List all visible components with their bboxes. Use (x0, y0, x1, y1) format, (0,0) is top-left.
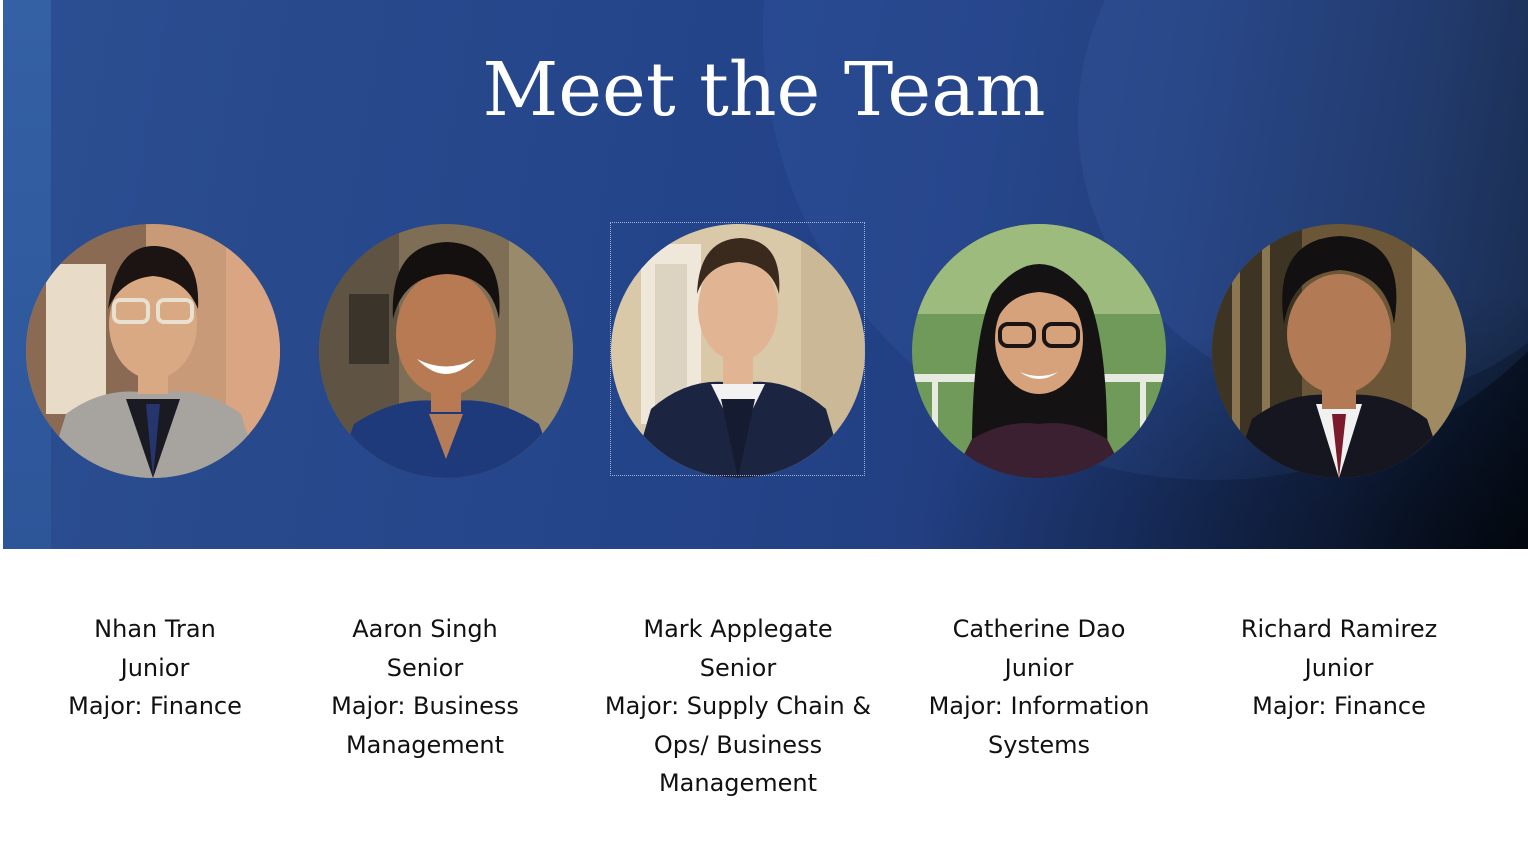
portrait-photo-icon (1212, 224, 1466, 478)
member-major: Major: Business (331, 692, 519, 720)
member-photo-mark-applegate[interactable] (611, 224, 865, 478)
member-year: Junior (1304, 653, 1374, 682)
member-caption-nhan-tran: Nhan Tran Junior Major: Finance (30, 610, 280, 726)
member-year: Junior (1004, 653, 1074, 682)
member-major: Major: Information (928, 692, 1150, 720)
member-photo-aaron-singh[interactable] (319, 224, 573, 478)
member-photo-richard-ramirez[interactable] (1212, 224, 1466, 478)
member-major: Management (658, 769, 818, 797)
member-name: Nhan Tran (94, 615, 216, 643)
member-name: Catherine Dao (952, 615, 1126, 643)
member-caption-richard-ramirez: Richard Ramirez Junior Major: Finance (1205, 610, 1473, 726)
member-major: Major: Finance (1252, 692, 1426, 720)
slide: Meet the Team Nhan Tran Junior Major: Fi… (0, 0, 1528, 850)
portrait-photo-icon (319, 224, 573, 478)
member-name: Mark Applegate (643, 615, 833, 643)
member-year: Senior (699, 653, 777, 682)
portrait-photo-icon (611, 224, 865, 478)
member-caption-catherine-dao: Catherine Dao Junior Major: Information … (905, 610, 1173, 764)
member-year: Senior (386, 653, 464, 682)
member-major: Ops/ Business (653, 730, 823, 759)
member-photo-catherine-dao[interactable] (912, 224, 1166, 478)
member-major: Major: Supply Chain & (604, 692, 872, 720)
member-name: Aaron Singh (352, 615, 498, 643)
slide-title[interactable]: Meet the Team (0, 42, 1528, 138)
member-year: Junior (120, 653, 190, 682)
portrait-photo-icon (26, 224, 280, 478)
member-name: Richard Ramirez (1240, 615, 1438, 643)
member-caption-mark-applegate: Mark Applegate Senior Major: Supply Chai… (590, 610, 886, 803)
member-photo-nhan-tran[interactable] (26, 224, 280, 478)
member-major: Systems (988, 730, 1090, 759)
member-major: Management (345, 730, 505, 759)
member-caption-aaron-singh: Aaron Singh Senior Major: Business Manag… (300, 610, 550, 764)
portrait-photo-icon (912, 224, 1166, 478)
member-major: Major: Finance (68, 692, 242, 720)
